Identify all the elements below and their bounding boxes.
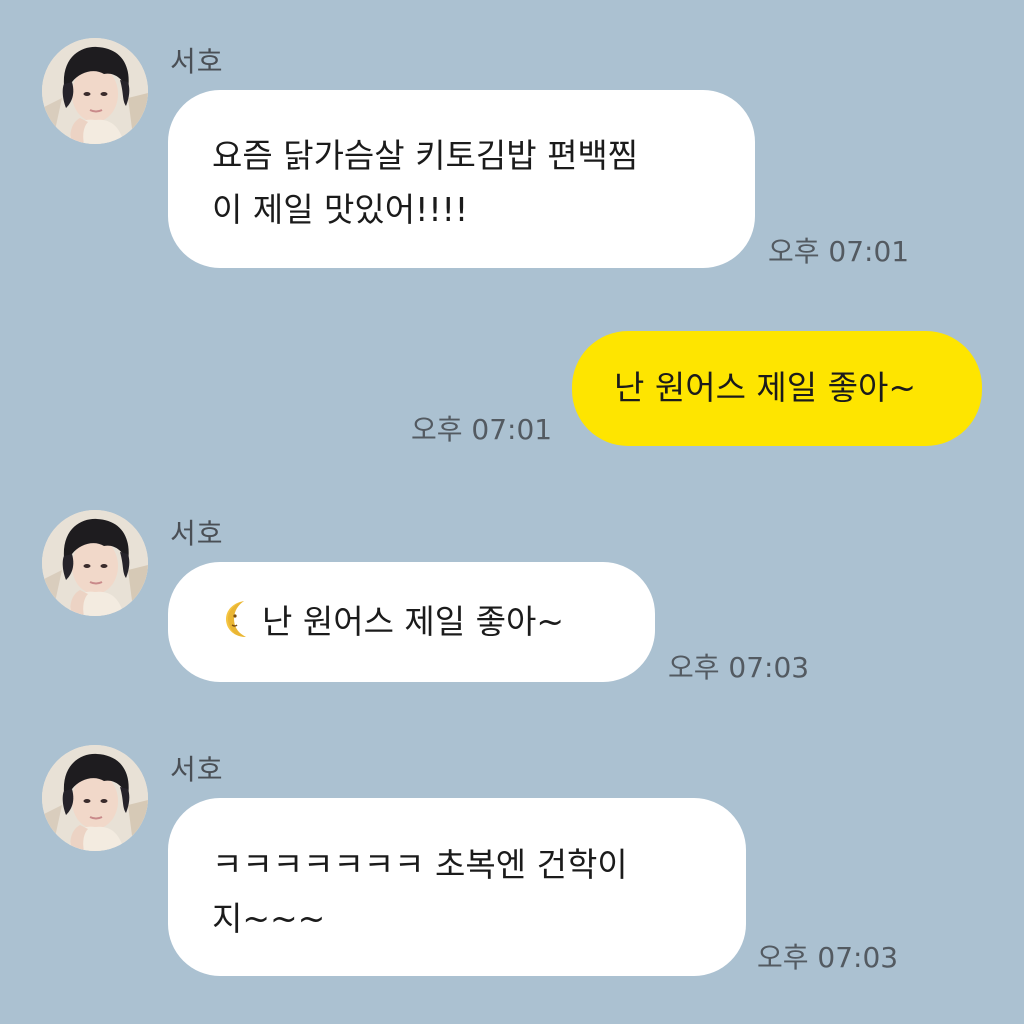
message-timestamp: 오후 07:01	[768, 235, 910, 268]
sender-name: 서호	[170, 753, 224, 786]
message-text-line: 요즘 닭가슴살 키토김밥 편백찜	[212, 136, 639, 175]
message-text-line: ㅋㅋㅋㅋㅋㅋㅋ 초복엔 건학이	[212, 845, 628, 884]
message-bubble[interactable]: 요즘 닭가슴살 키토김밥 편백찜 이 제일 맛있어!!!!	[168, 90, 755, 268]
message-bubble[interactable]: ㅋㅋㅋㅋㅋㅋㅋ 초복엔 건학이 지~~~	[168, 798, 746, 976]
message-timestamp: 오후 07:03	[757, 941, 899, 974]
message-timestamp: 오후 07:01	[411, 413, 553, 446]
my-message-bubble[interactable]: 난 원어스 제일 좋아~	[572, 331, 982, 446]
moon-face-icon	[224, 599, 258, 639]
sender-name: 서호	[170, 517, 224, 550]
message-text-line: 이 제일 맛있어!!!!	[212, 190, 469, 229]
message-bubble[interactable]: 난 원어스 제일 좋아~	[168, 562, 655, 682]
message-text: 난 원어스 제일 좋아~	[614, 368, 916, 407]
avatar[interactable]	[42, 510, 148, 616]
message-text-line: 지~~~	[212, 899, 326, 938]
sender-name: 서호	[170, 45, 224, 78]
avatar[interactable]	[42, 38, 148, 144]
message-text: 난 원어스 제일 좋아~	[262, 602, 564, 641]
message-timestamp: 오후 07:03	[668, 651, 810, 684]
avatar[interactable]	[42, 745, 148, 851]
